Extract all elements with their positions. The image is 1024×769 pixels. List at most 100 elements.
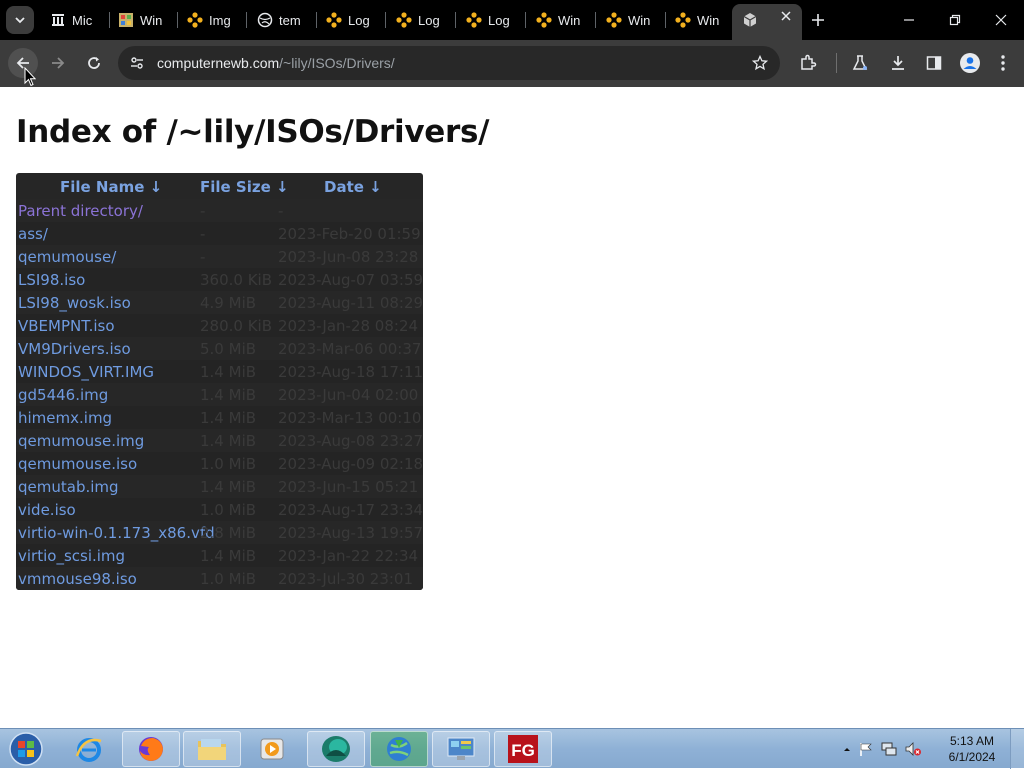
file-date: 2023-Aug-08 23:27 [278, 432, 423, 450]
sort-by-size-link[interactable]: File Size ↓ [200, 178, 289, 196]
site-settings-icon[interactable] [126, 52, 148, 74]
file-date: 2023-Aug-09 02:18 [278, 455, 423, 473]
flower-icon [675, 12, 691, 28]
table-row: VBEMPNT.iso 280.0 KiB 2023-Jan-28 08:24 [16, 314, 423, 337]
tab-6[interactable]: Log [386, 6, 455, 34]
tab-3[interactable]: Img [177, 6, 246, 34]
chevron-down-icon [15, 17, 25, 24]
file-size: 1.4 MiB [200, 409, 257, 427]
restore-button[interactable] [932, 0, 978, 40]
file-link[interactable]: qemutab.img [18, 478, 119, 496]
tab-1[interactable]: Mic [40, 6, 109, 34]
parent-directory-link[interactable]: Parent directory/ [18, 202, 143, 220]
network-icon[interactable] [880, 741, 898, 757]
start-button[interactable] [4, 730, 48, 768]
file-link[interactable]: himemx.img [18, 409, 112, 427]
file-date: 2023-Jan-28 08:24 [278, 317, 419, 335]
file-date: 2023-Aug-18 17:11 [278, 363, 423, 381]
restore-icon [949, 14, 961, 26]
clock-time: 5:13 AM [949, 734, 995, 748]
action-center-flag-icon[interactable] [858, 741, 874, 757]
tab-2[interactable]: Win [108, 6, 177, 34]
plus-icon [812, 14, 824, 26]
tab-10[interactable]: Win [665, 6, 734, 34]
flower-icon [536, 12, 552, 28]
taskbar-app-file-explorer[interactable] [183, 731, 241, 767]
taskbar-app-firefox[interactable] [122, 731, 180, 767]
file-link[interactable]: gd5446.img [18, 386, 108, 404]
file-size: 1.4 MiB [200, 386, 257, 404]
file-size: 5.0 MiB [200, 340, 257, 358]
file-date: 2023-Aug-11 08:29 [278, 294, 423, 312]
file-link[interactable]: vmmouse98.iso [18, 570, 137, 588]
arrow-right-icon [52, 57, 65, 69]
file-date: 2023-Aug-07 03:59 [278, 271, 423, 289]
file-size: 1.4 MiB [200, 432, 257, 450]
taskbar-app-control-panel[interactable] [432, 731, 490, 767]
file-link[interactable]: qemumouse.iso [18, 455, 137, 473]
file-link[interactable]: qemumouse.img [18, 432, 144, 450]
sort-by-name-link[interactable]: File Name ↓ [60, 178, 162, 196]
extensions-button[interactable] [793, 48, 823, 78]
side-panel-button[interactable] [919, 48, 949, 78]
taskbar-app-fg[interactable]: FG [494, 731, 552, 767]
address-bar[interactable]: computernewb.com/~lily/ISOs/Drivers/ [118, 46, 780, 80]
taskbar-app-globe-download[interactable] [370, 731, 428, 767]
menu-button[interactable] [988, 48, 1018, 78]
downloads-button[interactable] [883, 48, 913, 78]
profile-button[interactable] [955, 48, 985, 78]
url-path: /~lily/ISOs/Drivers/ [279, 55, 395, 71]
table-row: ass/ - 2023-Feb-20 01:59 [16, 222, 423, 245]
puzzle-icon [801, 54, 817, 70]
tab-7[interactable]: Log [456, 6, 525, 34]
taskbar-app-internet-explorer[interactable] [60, 731, 118, 767]
show-desktop-button[interactable] [1010, 729, 1024, 769]
file-link[interactable]: LSI98_wosk.iso [18, 294, 131, 312]
control-panel-icon [447, 737, 475, 760]
forward-button[interactable] [43, 48, 73, 78]
new-tab-button[interactable] [806, 8, 830, 32]
close-window-button[interactable] [978, 0, 1024, 40]
tab-5[interactable]: Log [316, 6, 385, 34]
taskbar-app-teal[interactable] [307, 731, 365, 767]
file-link[interactable]: virtio_scsi.img [18, 547, 125, 565]
star-icon [752, 55, 768, 71]
file-link[interactable]: VM9Drivers.iso [18, 340, 131, 358]
close-tab-button[interactable] [778, 8, 794, 24]
sort-by-date-link[interactable]: Date ↓ [324, 178, 382, 196]
file-size: 1.4 MiB [200, 547, 257, 565]
table-header: File Name ↓ File Size ↓ Date ↓ [16, 173, 423, 199]
tab-search-button[interactable] [6, 6, 34, 34]
taskbar-app-media-player[interactable] [243, 731, 301, 767]
tab-active[interactable] [732, 4, 802, 40]
file-size: 1.0 MiB [200, 570, 257, 588]
tab-label: tem [279, 12, 301, 28]
file-link[interactable]: vide.iso [18, 501, 76, 519]
table-row: LSI98.iso 360.0 KiB 2023-Aug-07 03:59 [16, 268, 423, 291]
reload-button[interactable] [79, 48, 109, 78]
teal-app-icon [322, 736, 350, 762]
file-link[interactable]: virtio-win-0.1.173_x86.vfd [18, 524, 215, 542]
tab-strip: Mic Win Img tem Log Log Log Win Win Win [0, 0, 1024, 40]
bookmark-button[interactable] [748, 51, 772, 75]
chevron-up-icon[interactable] [842, 744, 852, 754]
labs-button[interactable] [845, 48, 875, 78]
globe-download-icon [387, 737, 411, 761]
tab-8[interactable]: Win [526, 6, 595, 34]
tab-4[interactable]: tem [247, 6, 316, 34]
volume-muted-icon[interactable] [904, 741, 922, 757]
file-date: 2023-Feb-20 01:59 [278, 225, 421, 243]
file-link[interactable]: ass/ [18, 225, 48, 243]
browser-toolbar: computernewb.com/~lily/ISOs/Drivers/ [0, 40, 1024, 87]
tab-label: Log [488, 12, 510, 28]
file-size: 1.4 MiB [200, 363, 257, 381]
file-link[interactable]: LSI98.iso [18, 271, 85, 289]
tab-9[interactable]: Win [596, 6, 665, 34]
file-link[interactable]: WINDOS_VIRT.IMG [18, 363, 154, 381]
page-content: Index of /~lily/ISOs/Drivers/ File Name … [0, 87, 1024, 728]
minimize-button[interactable] [886, 0, 932, 40]
system-tray [842, 735, 922, 763]
system-clock[interactable]: 5:13 AM 6/1/2024 [940, 733, 1004, 765]
file-link[interactable]: qemumouse/ [18, 248, 116, 266]
file-link[interactable]: VBEMPNT.iso [18, 317, 115, 335]
